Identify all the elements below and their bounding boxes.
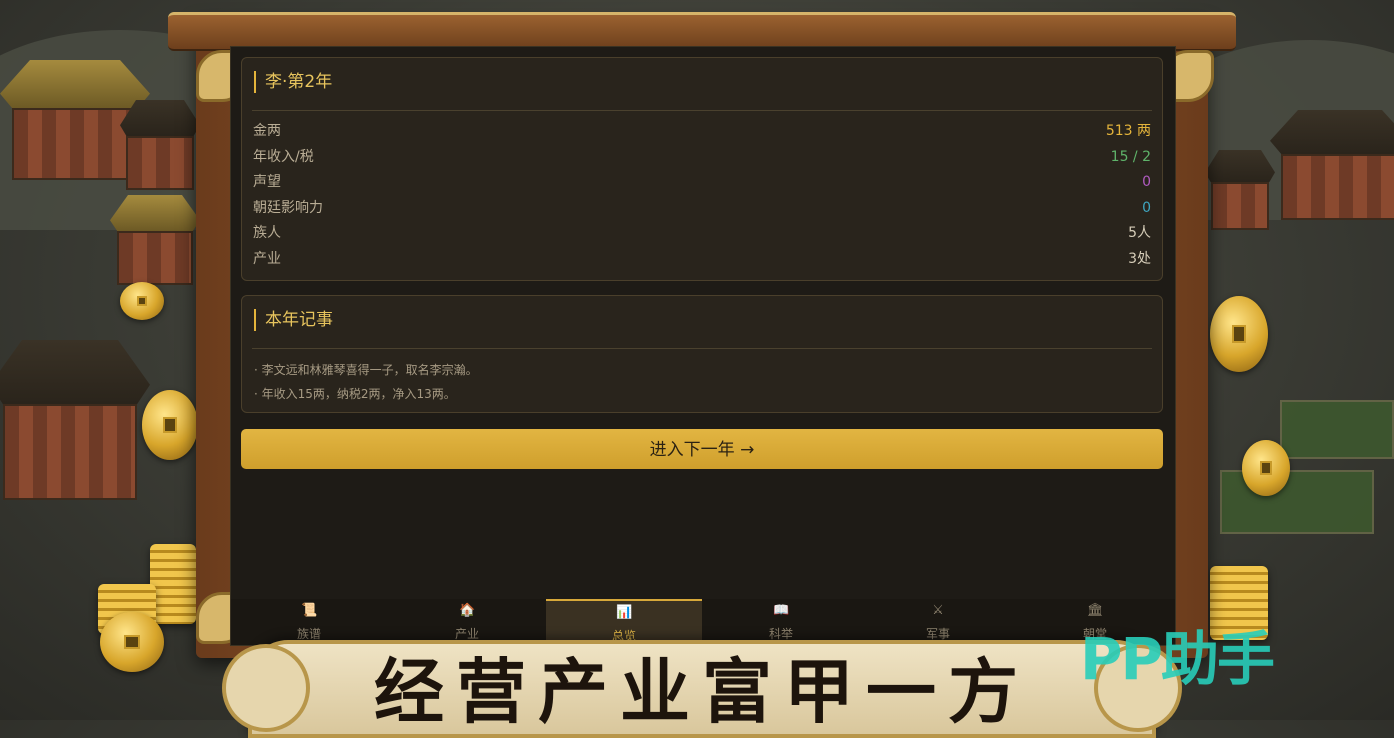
stat-label: 产业 [253,251,281,267]
coin-stack [150,544,196,624]
events-title: 本年记事 [254,309,333,331]
house-icon: 🏠 [459,603,476,618]
coin-icon [1242,440,1290,496]
stat-value: 513 两 [1105,123,1151,139]
stat-value: 5人 [1128,225,1151,242]
stat-value: 0 [1142,199,1151,216]
stat-row: 族人 5人 [253,220,1151,246]
divider [252,110,1152,111]
farm-field [1220,470,1374,534]
title-banner: 经营产业富甲一方 [222,640,1182,738]
coin-icon [1210,296,1268,372]
coin-icon [120,282,164,320]
stat-label: 金两 [253,123,281,139]
tab-4[interactable]: ⚔ 军事 [860,599,1016,645]
stat-row: 产业 3处 [253,246,1151,272]
building [120,100,200,190]
banner-title: 经营产业富甲一方 [374,650,1030,733]
tab-1[interactable]: 🏠 产业 [389,599,545,645]
stat-row: 朝廷影响力 0 [253,195,1151,221]
farm-field [1280,400,1394,459]
stat-row: 年收入/税 15 / 2 [253,144,1151,170]
building [1270,110,1394,220]
book-icon: 📖 [773,603,790,618]
tab-3[interactable]: 📖 科举 [703,599,859,645]
building [110,195,200,285]
coin-icon [142,390,198,460]
coin-icon [100,612,164,672]
stat-row: 声望 0 [253,169,1151,195]
stat-value: 0 [1142,174,1151,191]
stat-label: 朝廷影响力 [253,199,323,216]
watermark-logo: PP助手 [1080,625,1275,693]
game-panel: 李·第2年 金两 513 两年收入/税 15 / 2 声望 0 朝廷影响力 0 族人 5人产业 3… [230,46,1176,646]
building [1205,150,1275,230]
bottom-tab-bar: 📜 族谱 🏠 产业 📊 总览 📖 科举 ⚔ 军事 🏛 朝堂 [231,599,1175,645]
overview-card: 李·第2年 金两 513 两年收入/税 15 / 2 声望 0 朝廷影响力 0 族人 5人产业 3… [241,57,1163,281]
chart-icon: 📊 [616,605,633,620]
scroll-icon: 📜 [301,603,318,618]
stat-value: 3处 [1128,251,1151,267]
stat-row: 金两 513 两 [253,118,1151,144]
stat-label: 声望 [253,174,281,191]
event-item: · 年收入15两，纳税2两，净入13两。 [254,387,456,401]
events-card: 本年记事 · 李文远和林雅琴喜得一子，取名李宗瀚。 · 年收入15两，纳税2两，… [241,295,1163,413]
stat-label: 年收入/税 [253,148,314,165]
event-item: · 李文远和林雅琴喜得一子，取名李宗瀚。 [254,363,478,377]
building [0,340,150,500]
tab-2[interactable]: 📊 总览 [546,599,702,645]
stat-value: 15 / 2 [1110,148,1151,165]
overview-title: 李·第2年 [254,71,332,93]
stat-label: 族人 [253,225,281,242]
divider [252,348,1152,349]
tab-0[interactable]: 📜 族谱 [231,599,387,645]
swords-icon: ⚔ [932,603,944,618]
next-year-button[interactable]: 进入下一年 → [241,429,1163,469]
